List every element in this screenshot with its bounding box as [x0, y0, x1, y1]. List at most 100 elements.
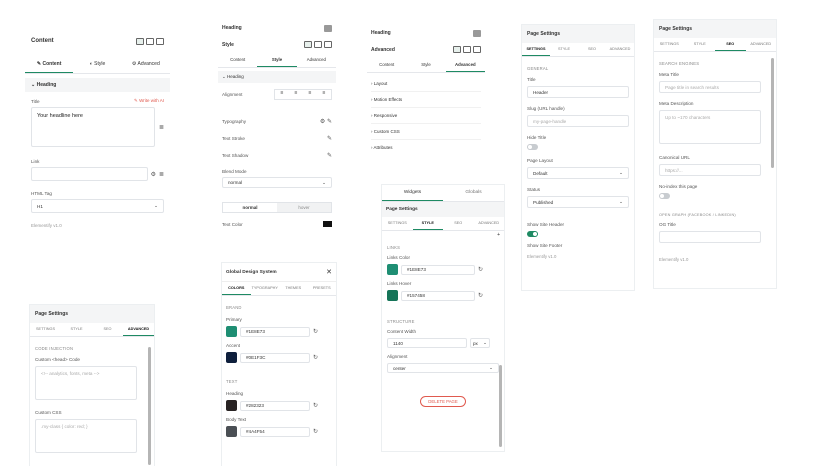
accent-swatch[interactable]	[226, 352, 237, 363]
typography-row[interactable]: Typography ⚙ ✎	[218, 106, 336, 130]
tab-style[interactable]: STYLE	[550, 43, 578, 56]
links-hover-input[interactable]: #157458	[401, 290, 475, 301]
section-heading[interactable]: ⌄ Heading	[218, 71, 336, 83]
desktop-icon[interactable]	[453, 46, 461, 53]
edit-icon[interactable]: ✎	[327, 135, 332, 142]
title-textarea[interactable]: Your headline here	[31, 107, 155, 147]
align-justify-icon[interactable]: ≡	[317, 90, 331, 99]
links-color-swatch[interactable]	[387, 264, 398, 275]
align-right-icon[interactable]: ≡	[303, 90, 317, 99]
edit-icon[interactable]: ✎	[327, 152, 332, 159]
alignment-select[interactable]: center ⌄	[387, 363, 499, 373]
align-center-icon[interactable]: ≡	[289, 90, 303, 99]
tab-content[interactable]: Content	[218, 53, 257, 67]
delete-page-button[interactable]: DELETE PAGE	[420, 396, 466, 407]
content-width-input[interactable]: 1140	[387, 338, 467, 348]
align-left-icon[interactable]: ≡	[275, 90, 289, 99]
heading-input[interactable]: #282323	[240, 400, 310, 411]
close-icon[interactable]: ✕	[326, 268, 332, 276]
title-input[interactable]: Header	[527, 86, 629, 98]
tab-colors[interactable]: COLORS	[222, 282, 251, 295]
edit-icon[interactable]: ⚙ ✎	[320, 118, 332, 125]
body-input[interactable]: #4A4F54	[240, 426, 310, 437]
reset-icon[interactable]: ↻	[478, 266, 483, 273]
device-switcher[interactable]	[136, 37, 164, 45]
state-toggle[interactable]: normal hover	[222, 202, 332, 213]
tab-advanced[interactable]: Advanced	[297, 53, 336, 67]
links-hover-swatch[interactable]	[387, 290, 398, 301]
tab-globals[interactable]: Globals	[443, 185, 504, 201]
write-ai-button[interactable]: ✎ Write with AI	[134, 98, 164, 104]
tab-settings[interactable]: SETTINGS	[522, 43, 550, 56]
mobile-icon[interactable]	[156, 37, 164, 45]
link-input[interactable]	[31, 167, 148, 181]
scrollbar[interactable]	[771, 58, 774, 168]
tab-typography[interactable]: TYPOGRAPHY	[251, 282, 280, 295]
tab-seo[interactable]: SEO	[92, 323, 123, 336]
hide-title-toggle[interactable]	[527, 144, 538, 150]
reset-icon[interactable]: ↻	[478, 292, 483, 299]
tab-style[interactable]: STYLE	[412, 217, 443, 230]
tab-seo[interactable]: SEO	[443, 217, 474, 230]
tab-style[interactable]: Style	[257, 53, 297, 67]
tab-content[interactable]: ✎ Content	[25, 56, 74, 73]
reset-icon[interactable]: ↻	[313, 354, 318, 361]
device-switcher[interactable]	[453, 46, 481, 53]
meta-desc-textarea[interactable]: Up to ~170 characters	[659, 110, 761, 144]
stroke-row[interactable]: Text Stroke ✎	[218, 130, 336, 147]
section-heading[interactable]: ⌄ Heading	[25, 78, 170, 92]
canonical-input[interactable]: https://...	[659, 164, 761, 176]
slug-input[interactable]: my-page-handle	[527, 115, 629, 127]
scrollbar[interactable]	[499, 365, 502, 447]
tab-advanced[interactable]: ⚙ Advanced	[122, 56, 170, 73]
accent-input[interactable]: #0E1F3C	[240, 352, 310, 363]
tab-content[interactable]: Content	[367, 58, 406, 72]
device-switcher[interactable]	[304, 41, 332, 48]
state-hover[interactable]: hover	[277, 203, 331, 212]
body-swatch[interactable]	[226, 426, 237, 437]
shadow-row[interactable]: Text Shadow ✎	[218, 147, 336, 164]
tab-settings[interactable]: SETTINGS	[30, 323, 61, 336]
tab-widgets[interactable]: Widgets	[382, 185, 443, 201]
section-motion[interactable]: › Motion Effects	[371, 92, 481, 108]
status-select[interactable]: Published ⌄	[527, 196, 629, 208]
head-code-textarea[interactable]: <!-- analytics, fonts, meta -->	[35, 366, 137, 400]
noindex-toggle[interactable]	[659, 193, 670, 199]
desktop-icon[interactable]	[136, 37, 144, 45]
database-icon[interactable]: ≣	[159, 124, 164, 131]
mobile-icon[interactable]	[473, 46, 481, 53]
tab-style[interactable]: Style	[406, 58, 445, 72]
reset-icon[interactable]: ↻	[313, 402, 318, 409]
primary-swatch[interactable]	[226, 326, 237, 337]
site-header-toggle[interactable]	[527, 231, 538, 237]
section-attributes[interactable]: › Attributes	[371, 140, 481, 155]
tablet-icon[interactable]	[463, 46, 471, 53]
desktop-icon[interactable]	[304, 41, 312, 48]
tab-style[interactable]: STYLE	[685, 38, 716, 51]
blend-select[interactable]: normal ⌄	[222, 177, 332, 188]
tablet-icon[interactable]	[314, 41, 322, 48]
tab-settings[interactable]: SETTINGS	[654, 38, 685, 51]
links-color-input[interactable]: #1E8E73	[401, 264, 475, 275]
tab-style[interactable]: ◐ Style	[73, 56, 121, 73]
layout-select[interactable]: Default ⌄	[527, 167, 629, 179]
tab-advanced[interactable]: ADVANCED	[123, 323, 154, 336]
color-swatch[interactable]	[323, 221, 332, 227]
section-responsive[interactable]: › Responsive	[371, 108, 481, 124]
section-layout[interactable]: › Layout	[371, 76, 481, 92]
tag-select[interactable]: H1 ⌄	[31, 199, 164, 213]
reset-icon[interactable]: ↻	[313, 328, 318, 335]
tab-seo[interactable]: SEO	[578, 43, 606, 56]
unit-select[interactable]: px ⌄	[470, 338, 490, 348]
heading-swatch[interactable]	[226, 400, 237, 411]
og-title-input[interactable]	[659, 231, 761, 243]
tab-presets[interactable]: PRESETS	[308, 282, 337, 295]
primary-input[interactable]: #1E8E73	[240, 326, 310, 337]
add-icon[interactable]: +	[382, 231, 504, 239]
database-icon[interactable]: ≣	[159, 171, 164, 178]
tab-advanced[interactable]: ADVANCED	[746, 38, 777, 51]
mobile-icon[interactable]	[324, 41, 332, 48]
custom-css-textarea[interactable]: .my-class { color: red; }	[35, 419, 137, 453]
tab-advanced[interactable]: ADVANCED	[606, 43, 634, 56]
tab-settings[interactable]: SETTINGS	[382, 217, 413, 230]
